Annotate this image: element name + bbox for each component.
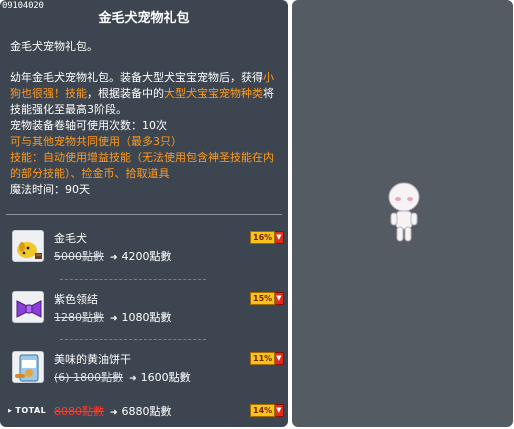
old-price: 1280點數 [54,311,104,324]
down-arrow-icon: ▼ [275,231,284,244]
new-price: 4200點數 [121,250,172,263]
package-item[interactable]: 金毛犬 5000點數 ➜ 4200點數 16% ▼ [0,228,288,274]
down-arrow-icon: ▼ [275,352,284,365]
discount-badge: 11% ▼ [250,352,284,365]
golden-dog-icon [12,230,44,262]
total-price: 8080點數 ➜ 6880點數 [54,403,172,419]
desc-text-b: ，根据装备中的 [87,87,164,100]
discount-badge: 15% ▼ [250,292,284,305]
shared-use-text: 可与其他宠物共同使用（最多3只） [10,135,182,148]
down-arrow-icon: ▼ [275,404,284,417]
item-price: 1280點數 ➜ 1080點數 [54,309,172,325]
purple-bowtie-icon [12,291,44,323]
package-title: 金毛犬宠物礼包 [98,11,190,26]
skill-text: 技能：自动使用增益技能（无法使用包含神圣技能在内的部分技能）、捡金币、拾取道具 [10,151,274,180]
new-price: 1600點數 [140,371,191,384]
arrow-right-icon: ➜ [110,408,118,418]
character-preview-panel [292,0,513,427]
item-separator [60,279,206,280]
discount-badge: 16% ▼ [250,231,284,244]
old-price: 5000點數 [54,250,104,263]
item-price: (6) 1800點數 ➜ 1600點數 [54,369,191,385]
item-tooltip-panel: 09104020 金毛犬宠物礼包 金毛犬宠物礼包。 幼年金毛犬宠物礼包。装备大型… [0,0,288,427]
item-price: 5000點數 ➜ 4200點數 [54,248,172,264]
desc-highlight-type: 大型犬宝宝宠物种类 [164,87,263,100]
item-separator [60,339,206,340]
arrow-right-icon: ➜ [110,253,118,263]
package-item[interactable]: 紫色领结 1280點數 ➜ 1080點數 15% ▼ [0,289,288,335]
discount-percent: 11% [250,352,276,365]
character-avatar-icon [384,180,424,244]
total-new-price: 6880點數 [121,405,172,418]
arrow-right-icon: ➜ [129,374,137,384]
total-old-price: 8080點數 [54,405,104,418]
item-name: 金毛犬 [54,232,87,245]
arrow-right-icon: ➜ [110,314,118,324]
package-item[interactable]: 美味的黄油饼干 (6) 1800點數 ➜ 1600點數 11% ▼ [0,349,288,395]
discount-percent: 14% [250,404,276,417]
magic-time-text: 魔法时间：90天 [10,183,90,196]
scroll-limit-text: 宠物装备卷轴可使用次数：10次 [10,119,167,132]
total-discount-badge: 14% ▼ [250,404,284,417]
description-intro: 金毛犬宠物礼包。 [10,40,98,53]
new-price: 1080點數 [121,311,172,324]
desc-text-a: 幼年金毛犬宠物礼包。装备大型犬宝宝宠物后，获得 [10,71,263,84]
total-label: TOTAL [8,406,46,415]
discount-percent: 15% [250,292,276,305]
down-arrow-icon: ▼ [275,292,284,305]
discount-percent: 16% [250,231,276,244]
section-divider [6,214,282,215]
butter-biscuit-icon [12,351,44,383]
package-description: 金毛犬宠物礼包。 幼年金毛犬宠物礼包。装备大型犬宝宝宠物后，获得小狗也很强！技能… [10,39,282,198]
item-name: 美味的黄油饼干 [54,353,131,366]
old-price: (6) 1800點數 [54,371,124,384]
description-details: 幼年金毛犬宠物礼包。装备大型犬宝宝宠物后，获得小狗也很强！技能，根据装备中的大型… [10,70,282,118]
item-name: 紫色领结 [54,293,98,306]
